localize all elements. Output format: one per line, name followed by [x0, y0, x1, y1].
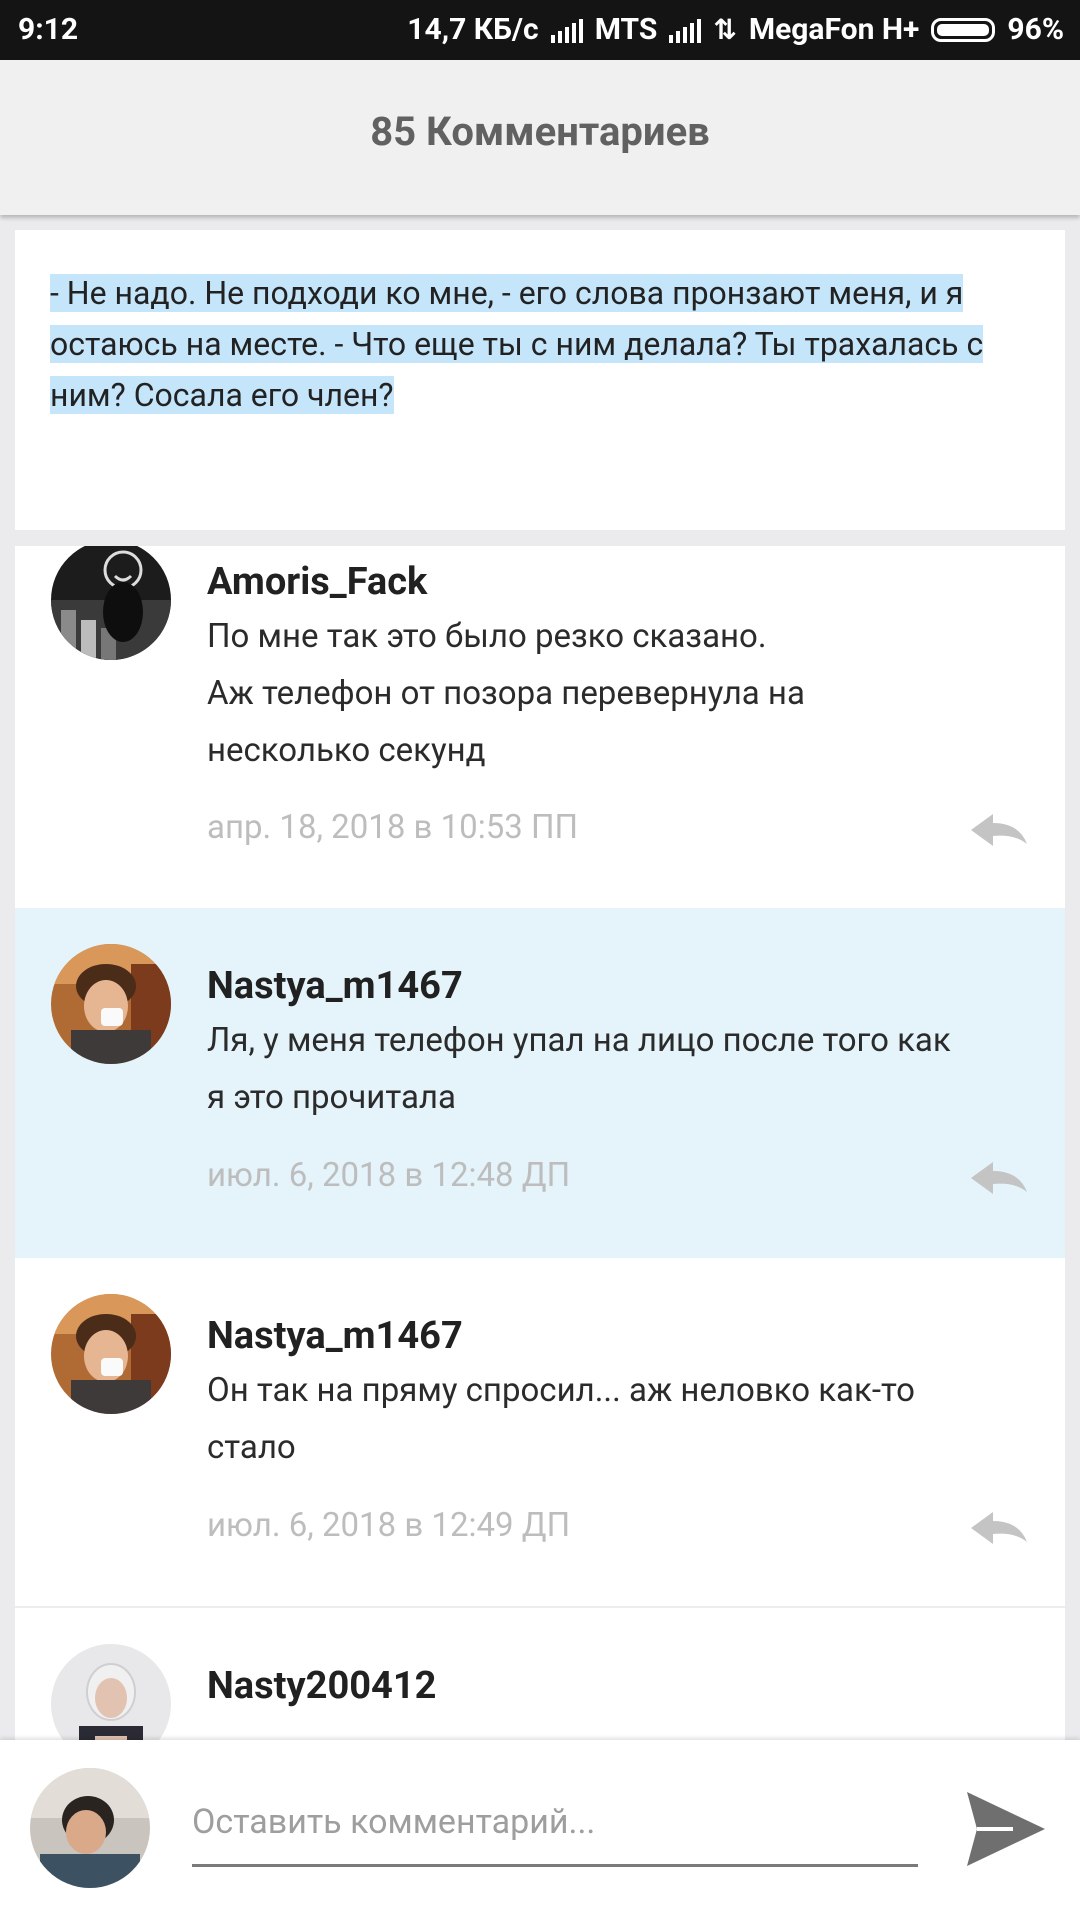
comment-text: Ля, у меня телефон упал на лицо после то…	[207, 1012, 1027, 1126]
comment-text-line: Ля, у меня телефон упал на лицо после то…	[207, 1021, 951, 1060]
comment-text-line: Он так на пряму спросил... аж неловко ка…	[207, 1371, 915, 1410]
comment-text-line: По мне так это было резко сказано.	[207, 617, 767, 656]
comment-item[interactable]: Nasty200412	[15, 1608, 1065, 1740]
comment-date: июл. 6, 2018 в 12:49 ДП	[207, 1506, 571, 1545]
comment-item[interactable]: Nastya_m1467 Он так на пряму спросил... …	[15, 1258, 1065, 1606]
quoted-passage[interactable]: - Не надо. Не подходи ко мне, - его слов…	[50, 268, 1040, 421]
comment-text-line: стало	[207, 1428, 296, 1467]
signal-icon	[550, 17, 583, 43]
status-bar: 9:12 14,7 КБ/с MTS ⇅ MegaFon H+ 96%	[0, 0, 1080, 60]
comment-item[interactable]: Amoris_Fack По мне так это было резко ск…	[15, 546, 1065, 908]
reply-arrow-icon[interactable]	[969, 1508, 1029, 1548]
status-right: 14,7 КБ/с MTS ⇅ MegaFon H+ 96%	[407, 12, 1064, 47]
comment-date: июл. 6, 2018 в 12:48 ДП	[207, 1156, 571, 1195]
comment-input[interactable]	[192, 1780, 918, 1867]
avatar[interactable]	[51, 1294, 171, 1414]
signal-icon	[669, 17, 702, 43]
battery-level: 96%	[1007, 12, 1064, 47]
comment-list[interactable]: Amoris_Fack По мне так это было резко ск…	[15, 546, 1065, 1740]
comment-text: По мне так это было резко сказано. Аж те…	[207, 608, 1027, 779]
comment-author[interactable]: Nastya_m1467	[207, 964, 463, 1008]
comment-text-line: я это прочитала	[207, 1078, 456, 1117]
comment-input-bar	[0, 1740, 1080, 1920]
comment-author[interactable]: Amoris_Fack	[207, 560, 427, 604]
data-transfer-icon: ⇅	[713, 13, 737, 46]
comment-item[interactable]: Nastya_m1467 Ля, у меня телефон упал на …	[15, 908, 1065, 1258]
page-title: 85 Комментариев	[370, 108, 710, 155]
comment-text-line: Аж телефон от позора перевернула на	[207, 674, 805, 713]
comment-date: апр. 18, 2018 в 10:53 ПП	[207, 808, 579, 847]
avatar[interactable]	[51, 1644, 171, 1740]
current-user-avatar	[30, 1768, 150, 1888]
quoted-passage-text: - Не надо. Не подходи ко мне, - его слов…	[50, 274, 984, 414]
comment-author[interactable]: Nastya_m1467	[207, 1314, 463, 1358]
battery-icon	[931, 17, 996, 42]
carrier-2: MegaFon H+	[748, 12, 920, 47]
reply-arrow-icon[interactable]	[969, 1158, 1029, 1198]
reply-arrow-icon[interactable]	[969, 810, 1029, 850]
app-header: 85 Комментариев	[0, 60, 1080, 215]
comment-text-line: несколько секунд	[207, 731, 486, 770]
comment-author[interactable]: Nasty200412	[207, 1664, 436, 1708]
network-speed: 14,7 КБ/с	[407, 12, 539, 47]
carrier-1: MTS	[594, 12, 658, 47]
avatar[interactable]	[51, 944, 171, 1064]
avatar[interactable]	[51, 546, 171, 660]
quoted-passage-card: - Не надо. Не подходи ко мне, - его слов…	[15, 230, 1065, 530]
status-time: 9:12	[18, 12, 79, 47]
send-icon[interactable]	[965, 1788, 1047, 1870]
comment-text: Он так на пряму спросил... аж неловко ка…	[207, 1362, 1027, 1476]
